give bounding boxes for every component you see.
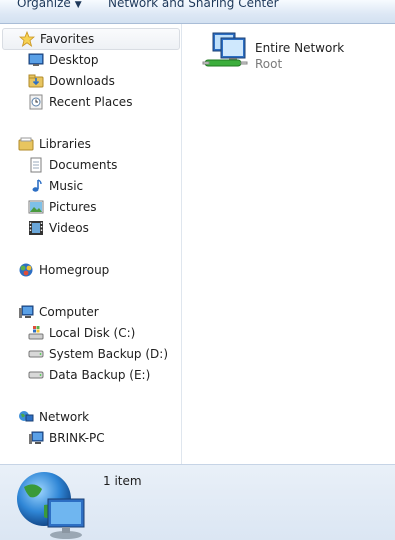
network-icon [18, 409, 34, 425]
nav-computer[interactable]: Computer [18, 302, 99, 322]
music-note-icon [28, 178, 44, 194]
homegroup-icon [18, 262, 34, 278]
nav-item-label: Videos [49, 221, 89, 235]
documents-icon [28, 157, 44, 173]
nav-libraries[interactable]: Libraries [18, 134, 91, 154]
computer-icon [28, 430, 44, 446]
nav-item-local-disk[interactable]: Local Disk (C:) [28, 323, 135, 343]
nav-computer-label: Computer [39, 305, 99, 319]
nav-item-label: Recent Places [49, 95, 133, 109]
downloads-folder-icon [28, 73, 44, 89]
nav-item-data-backup[interactable]: Data Backup (E:) [28, 365, 150, 385]
nav-item-system-backup[interactable]: System Backup (D:) [28, 344, 168, 364]
recent-places-icon [28, 94, 44, 110]
network-sharing-center-button[interactable]: Network and Sharing Center [108, 0, 279, 12]
libraries-icon [18, 136, 34, 152]
hard-drive-icon [28, 367, 44, 383]
chevron-down-icon: ▼ [74, 0, 82, 10]
desktop-icon [28, 52, 44, 68]
nav-item-label: Music [49, 179, 84, 193]
nav-network-label: Network [39, 410, 90, 424]
nav-item-recent-places[interactable]: Recent Places [28, 92, 132, 112]
nav-item-label: Downloads [49, 74, 115, 88]
nav-item-label: System Backup (D:) [49, 347, 169, 361]
nav-favorites-label: Favorites [40, 32, 95, 46]
network-globe-icon [14, 469, 88, 540]
nav-item-pictures[interactable]: Pictures [28, 197, 97, 217]
entire-network-icon [201, 30, 249, 76]
network-sharing-center-label: Network and Sharing Center [108, 0, 279, 10]
videos-film-icon [28, 220, 44, 236]
details-pane: 1 item [0, 464, 395, 540]
nav-item-music[interactable]: Music [28, 176, 83, 196]
computer-icon [18, 304, 34, 320]
list-item-entire-network[interactable]: Entire Network Root [201, 30, 381, 76]
nav-item-desktop[interactable]: Desktop [28, 50, 99, 70]
item-count: 1 item [103, 474, 142, 488]
nav-item-label: Documents [49, 158, 118, 172]
nav-favorites[interactable]: Favorites [2, 28, 180, 50]
organize-button[interactable]: Organize ▼ [17, 0, 82, 12]
nav-network[interactable]: Network [18, 407, 89, 427]
nav-item-videos[interactable]: Videos [28, 218, 89, 238]
nav-item-label: Desktop [49, 53, 99, 67]
organize-label: Organize [17, 0, 71, 10]
item-name: Entire Network [255, 41, 345, 55]
nav-homegroup-label: Homegroup [39, 263, 110, 277]
nav-libraries-label: Libraries [39, 137, 91, 151]
hard-drive-icon [28, 346, 44, 362]
navigation-pane: Favorites Desktop Downloads Recent Place… [0, 24, 182, 464]
nav-item-brink-pc[interactable]: BRINK-PC [28, 428, 105, 448]
nav-item-downloads[interactable]: Downloads [28, 71, 115, 91]
nav-item-label: Data Backup (E:) [49, 368, 151, 382]
nav-item-documents[interactable]: Documents [28, 155, 117, 175]
windows-drive-icon [28, 325, 44, 341]
star-icon [18, 30, 36, 47]
nav-item-label: BRINK-PC [49, 431, 105, 445]
item-type: Root [255, 57, 283, 71]
command-bar: Organize ▼ Network and Sharing Center [0, 0, 395, 24]
file-list: Entire Network Root [183, 24, 395, 464]
pictures-icon [28, 199, 44, 215]
nav-homegroup[interactable]: Homegroup [18, 260, 109, 280]
nav-item-label: Pictures [49, 200, 97, 214]
nav-item-label: Local Disk (C:) [49, 326, 136, 340]
